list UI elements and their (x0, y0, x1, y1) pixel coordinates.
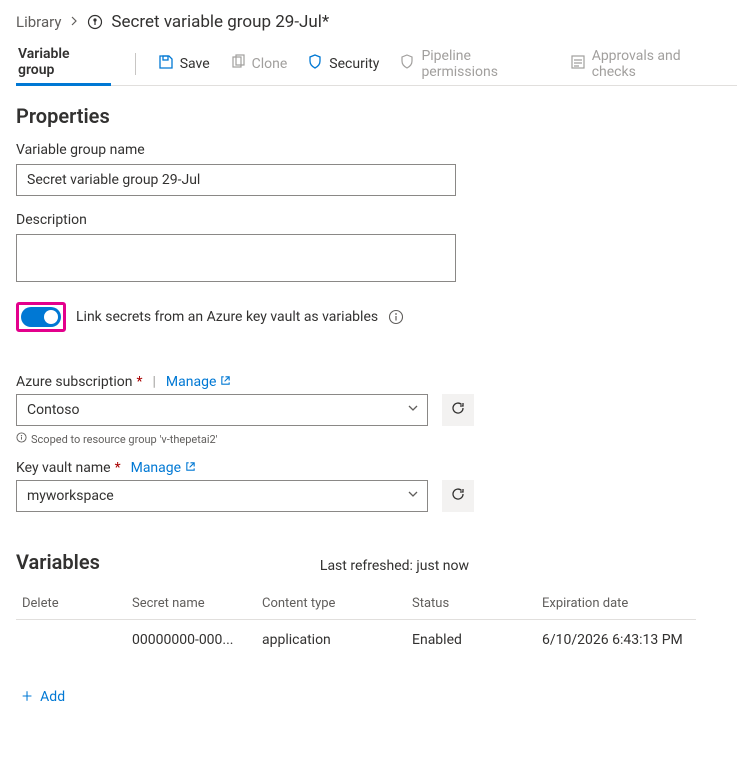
link-kv-toggle-highlight (16, 302, 66, 332)
pipeline-permissions-label: Pipeline permissions (421, 48, 549, 80)
chevron-right-icon (69, 15, 79, 29)
cell-content-type: application (256, 620, 406, 661)
pipeline-permissions-button: Pipeline permissions (389, 42, 559, 86)
info-icon[interactable] (388, 309, 404, 325)
manage-keyvault-link[interactable]: Manage (131, 460, 196, 476)
breadcrumb-library-link[interactable]: Library (16, 13, 61, 31)
properties-heading: Properties (16, 104, 737, 128)
clone-label: Clone (252, 56, 288, 72)
info-small-icon (16, 432, 27, 446)
clone-button: Clone (220, 42, 298, 86)
approvals-checks-label: Approvals and checks (592, 48, 727, 80)
external-link-icon (185, 460, 196, 476)
required-indicator: * (115, 460, 121, 476)
security-button[interactable]: Security (297, 42, 389, 86)
shield-icon (307, 54, 323, 74)
azure-subscription-select[interactable]: Contoso (16, 394, 428, 426)
cell-expiration: 6/10/2026 6:43:13 PM (536, 620, 696, 661)
toolbar-divider (135, 53, 136, 75)
page-title: Secret variable group 29-Jul* (111, 12, 329, 32)
required-indicator: * (136, 374, 142, 390)
keyvault-name-select[interactable]: myworkspace (16, 480, 428, 512)
col-expiration: Expiration date (536, 588, 696, 620)
cell-secret-name: 00000000-000... (126, 620, 256, 661)
col-status: Status (406, 588, 536, 620)
variable-group-name-label: Variable group name (16, 142, 737, 158)
add-label: Add (40, 689, 65, 705)
tab-variable-group[interactable]: Variable group (16, 42, 111, 86)
breadcrumb: Library Secret variable group 29-Jul* (16, 12, 737, 32)
tab-bar: Variable group Save Clone Security Pipel… (16, 42, 737, 86)
manage-subscription-label: Manage (166, 374, 216, 390)
variables-heading: Variables (16, 550, 100, 574)
save-label: Save (180, 56, 210, 72)
keyvault-icon (87, 14, 103, 30)
variables-table: Delete Secret name Content type Status E… (16, 588, 696, 660)
scope-note-text: Scoped to resource group 'v-thepetai2' (31, 433, 218, 446)
plus-icon: + (22, 686, 32, 707)
manage-keyvault-label: Manage (131, 460, 181, 476)
clone-icon (230, 54, 246, 74)
description-label: Description (16, 212, 737, 228)
chevron-down-icon (407, 402, 419, 418)
approvals-checks-button: Approvals and checks (560, 42, 737, 86)
link-kv-label: Link secrets from an Azure key vault as … (76, 309, 378, 325)
chevron-down-icon (407, 488, 419, 504)
refresh-icon (450, 400, 466, 420)
refresh-icon (450, 486, 466, 506)
external-link-icon (220, 374, 231, 390)
col-content-type: Content type (256, 588, 406, 620)
save-button[interactable]: Save (148, 42, 220, 86)
description-textarea[interactable] (16, 234, 456, 282)
keyvault-name-label: Key vault name (16, 460, 111, 476)
shield-outline-icon (399, 54, 415, 74)
checklist-icon (570, 54, 586, 74)
azure-subscription-label: Azure subscription (16, 374, 132, 390)
add-button[interactable]: + Add (16, 682, 737, 711)
manage-subscription-link[interactable]: Manage (166, 374, 231, 390)
security-label: Security (329, 56, 379, 72)
label-divider: | (153, 374, 156, 390)
col-secret-name: Secret name (126, 588, 256, 620)
refresh-keyvault-button[interactable] (442, 480, 474, 512)
refresh-subscription-button[interactable] (442, 394, 474, 426)
cell-status: Enabled (406, 620, 536, 661)
azure-subscription-value: Contoso (27, 402, 79, 418)
keyvault-name-value: myworkspace (27, 488, 114, 504)
variable-group-name-input[interactable] (16, 164, 456, 196)
save-icon (158, 54, 174, 74)
link-kv-toggle[interactable] (21, 307, 61, 327)
table-row[interactable]: 00000000-000... application Enabled 6/10… (16, 620, 696, 661)
col-delete: Delete (16, 588, 126, 620)
last-refreshed-text: Last refreshed: just now (320, 558, 469, 574)
